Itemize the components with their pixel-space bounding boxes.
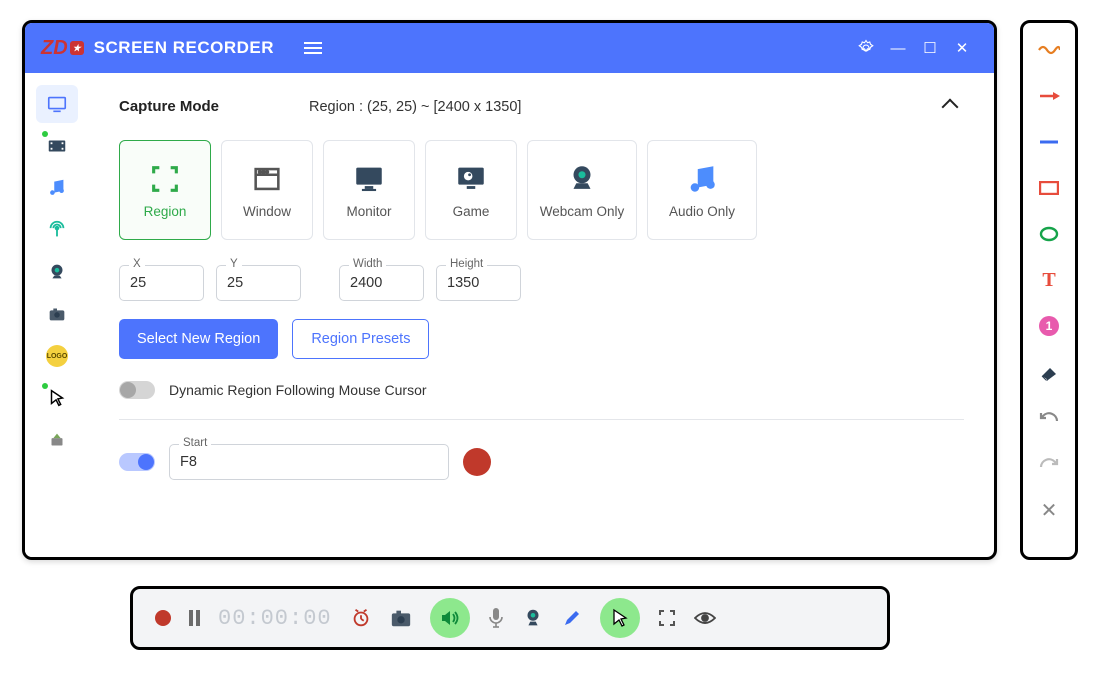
collapse-chevron-icon[interactable]	[942, 98, 959, 115]
mode-label: Monitor	[346, 204, 391, 219]
menu-button[interactable]	[304, 39, 322, 57]
region-coordinates: X Y Width Height	[119, 265, 964, 301]
dynamic-region-row: Dynamic Region Following Mouse Cursor	[119, 381, 964, 399]
start-hotkey-label: Start	[179, 437, 211, 449]
pause-button[interactable]	[189, 610, 200, 626]
sidebar-item-screen[interactable]	[36, 85, 78, 123]
sidebar-item-video[interactable]	[36, 127, 78, 165]
redo-button[interactable]	[1034, 449, 1064, 479]
arrow-tool[interactable]	[1034, 81, 1064, 111]
mode-monitor[interactable]: Monitor	[323, 140, 415, 240]
sidebar-item-webcam[interactable]	[36, 253, 78, 291]
clear-button[interactable]: ✕	[1034, 495, 1064, 525]
brand-text: ZD	[41, 37, 68, 60]
section-title: Capture Mode	[119, 98, 309, 115]
left-sidebar: LOGO	[25, 73, 89, 557]
height-input[interactable]	[436, 265, 521, 301]
mode-audio-only[interactable]: Audio Only	[647, 140, 757, 240]
mode-region[interactable]: Region	[119, 140, 211, 240]
minimize-button[interactable]: —	[884, 34, 912, 62]
divider	[119, 419, 964, 420]
undo-button[interactable]	[1034, 403, 1064, 433]
app-title: SCREEN RECORDER	[94, 38, 274, 58]
scheduler-button[interactable]	[350, 607, 372, 629]
main-window: ZD ★ SCREEN RECORDER — ☐ ✕	[22, 20, 997, 560]
star-icon: ★	[70, 41, 84, 55]
hotkey-row: Start	[119, 444, 964, 480]
eraser-tool[interactable]	[1034, 357, 1064, 387]
titlebar: ZD ★ SCREEN RECORDER — ☐ ✕	[25, 23, 994, 73]
width-input[interactable]	[339, 265, 424, 301]
mode-label: Window	[243, 204, 291, 219]
mode-game[interactable]: Game	[425, 140, 517, 240]
fullscreen-button[interactable]	[658, 609, 676, 627]
start-hotkey-toggle[interactable]	[119, 453, 155, 471]
preview-button[interactable]	[694, 610, 716, 626]
select-new-region-button[interactable]: Select New Region	[119, 319, 278, 359]
brand-logo: ZD ★	[41, 37, 84, 60]
number-tool[interactable]: 1	[1034, 311, 1064, 341]
mode-label: Webcam Only	[540, 204, 625, 219]
maximize-button[interactable]: ☐	[916, 34, 944, 62]
section-header: Capture Mode Region : (25, 25) ~ [2400 x…	[119, 98, 964, 115]
y-label: Y	[226, 258, 242, 270]
timer-display: 00:00:00	[218, 606, 332, 631]
microphone-button[interactable]	[488, 607, 504, 629]
x-label: X	[129, 258, 145, 270]
sidebar-item-logo[interactable]: LOGO	[36, 337, 78, 375]
sidebar-item-stream[interactable]	[36, 211, 78, 249]
body-area: LOGO Capture Mode Region : (25, 25) ~ [2…	[25, 73, 994, 557]
close-button[interactable]: ✕	[948, 34, 976, 62]
mode-label: Game	[453, 204, 490, 219]
sidebar-item-screenshot[interactable]	[36, 295, 78, 333]
dynamic-region-toggle[interactable]	[119, 381, 155, 399]
sidebar-item-cursor[interactable]	[36, 379, 78, 417]
width-label: Width	[349, 258, 386, 270]
rectangle-tool[interactable]	[1034, 173, 1064, 203]
mode-window[interactable]: Window	[221, 140, 313, 240]
mode-webcam-only[interactable]: Webcam Only	[527, 140, 637, 240]
x-input[interactable]	[119, 265, 204, 301]
annotation-toolbar: T 1 ✕	[1020, 20, 1078, 560]
capture-mode-grid: Region Window Monitor Game Webcam Only	[119, 140, 964, 240]
record-indicator-icon	[463, 448, 491, 476]
settings-button[interactable]	[852, 34, 880, 62]
webcam-button[interactable]	[522, 607, 544, 629]
y-input[interactable]	[216, 265, 301, 301]
dynamic-region-label: Dynamic Region Following Mouse Cursor	[169, 382, 427, 398]
sidebar-item-audio[interactable]	[36, 169, 78, 207]
line-tool[interactable]	[1034, 127, 1064, 157]
mode-label: Region	[144, 204, 187, 219]
content-panel: Capture Mode Region : (25, 25) ~ [2400 x…	[89, 73, 994, 557]
sidebar-item-tools[interactable]	[36, 421, 78, 459]
ellipse-tool[interactable]	[1034, 219, 1064, 249]
pencil-button[interactable]	[562, 608, 582, 628]
screenshot-button[interactable]	[390, 608, 412, 628]
record-button[interactable]	[155, 610, 171, 626]
height-label: Height	[446, 258, 487, 270]
speaker-button[interactable]	[430, 598, 470, 638]
recording-control-bar: 00:00:00	[130, 586, 890, 650]
section-summary: Region : (25, 25) ~ [2400 x 1350]	[309, 99, 944, 115]
region-presets-button[interactable]: Region Presets	[292, 319, 429, 359]
mode-label: Audio Only	[669, 204, 735, 219]
cursor-button[interactable]	[600, 598, 640, 638]
start-hotkey-input[interactable]	[169, 444, 449, 480]
region-buttons: Select New Region Region Presets	[119, 319, 964, 359]
freehand-tool[interactable]	[1034, 35, 1064, 65]
text-tool[interactable]: T	[1034, 265, 1064, 295]
